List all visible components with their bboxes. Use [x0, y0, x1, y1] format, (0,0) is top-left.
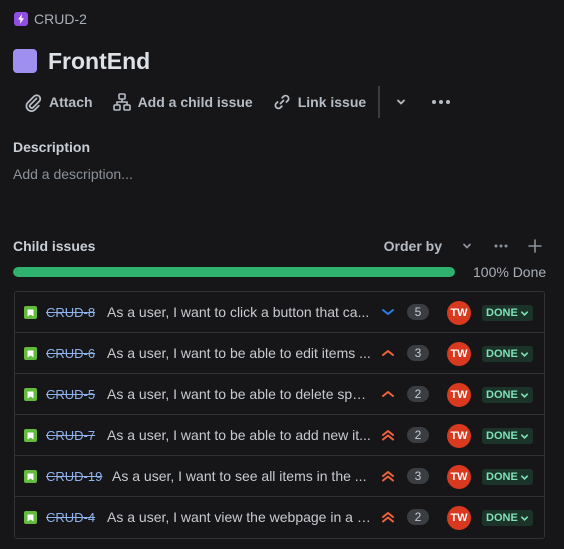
status-badge: DONE: [486, 512, 518, 524]
assignee-avatar[interactable]: TW: [447, 342, 471, 366]
add-child-issue-button[interactable]: Add a child issue: [103, 86, 263, 118]
story-points-badge: 3: [407, 468, 429, 484]
plus-icon: [528, 239, 542, 253]
add-child-button[interactable]: [524, 236, 546, 256]
story-points-badge: 5: [407, 304, 429, 320]
order-by-label[interactable]: Order by: [384, 238, 442, 254]
chevron-down-icon: [520, 433, 528, 439]
progress-text: 100% Done: [473, 264, 547, 280]
attach-label: Attach: [49, 94, 93, 110]
issue-key-link[interactable]: CRUD-8: [46, 305, 95, 320]
more-actions-button[interactable]: [428, 86, 454, 118]
chevron-down-icon: [520, 310, 528, 316]
bookmark-icon: [24, 429, 37, 442]
priority-high-icon: [379, 509, 397, 525]
status-badge: DONE: [486, 307, 518, 319]
progress-bar-fill: [13, 267, 455, 277]
child-issues-actions: Order by: [384, 236, 546, 256]
issue-key-link[interactable]: CRUD-19: [46, 469, 102, 484]
paperclip-icon: [25, 94, 42, 112]
chevron-down-icon: [520, 392, 528, 398]
status-dropdown[interactable]: DONE: [482, 305, 533, 321]
table-row[interactable]: CRUD-8 As a user, I want to click a butt…: [15, 292, 544, 333]
issue-summary[interactable]: As a user, I want to click a button that…: [107, 304, 371, 320]
story-points-badge: 2: [407, 386, 429, 402]
assignee-avatar[interactable]: TW: [447, 301, 471, 325]
issue-key-link[interactable]: CRUD-6: [46, 346, 95, 361]
assignee-avatar[interactable]: TW: [447, 383, 471, 407]
breadcrumb-parent-key[interactable]: CRUD-2: [34, 11, 87, 27]
order-by-dropdown[interactable]: [456, 236, 478, 256]
lightning-bolt-icon: [14, 12, 28, 26]
priority-high-icon: [379, 468, 397, 484]
issue-key-link[interactable]: CRUD-5: [46, 387, 95, 402]
table-row[interactable]: CRUD-19 As a user, I want to see all ite…: [15, 456, 544, 497]
description-field[interactable]: Add a description...: [13, 166, 133, 182]
priority-medium-icon: [379, 386, 397, 402]
chevron-down-icon: [520, 351, 528, 357]
assignee-avatar[interactable]: TW: [447, 506, 471, 530]
child-issues-progress-bar: [13, 267, 455, 277]
bookmark-icon: [24, 511, 37, 524]
chevron-down-icon: [397, 99, 406, 105]
chevron-down-icon: [520, 515, 528, 521]
hierarchy-icon: [112, 93, 131, 111]
page-title[interactable]: FrontEnd: [48, 48, 150, 75]
status-badge: DONE: [486, 471, 518, 483]
issue-summary[interactable]: As a user, I want to be able to edit ite…: [107, 345, 371, 361]
link-icon: [274, 94, 290, 110]
table-row[interactable]: CRUD-5 As a user, I want to be able to d…: [15, 374, 544, 415]
status-dropdown[interactable]: DONE: [482, 346, 533, 362]
status-badge: DONE: [486, 348, 518, 360]
link-issue-label: Link issue: [297, 94, 367, 110]
status-dropdown[interactable]: DONE: [482, 469, 533, 485]
assignee-avatar[interactable]: TW: [447, 424, 471, 448]
child-issues-list: CRUD-8 As a user, I want to click a butt…: [14, 291, 545, 539]
issue-summary[interactable]: As a user, I want view the webpage in a …: [107, 509, 371, 525]
chevron-down-icon: [463, 243, 471, 249]
status-dropdown[interactable]: DONE: [482, 387, 533, 403]
breadcrumb[interactable]: CRUD-2: [14, 11, 87, 27]
status-dropdown[interactable]: DONE: [482, 428, 533, 444]
issue-summary[interactable]: As a user, I want to see all items in th…: [112, 468, 371, 484]
add-child-issue-label: Add a child issue: [137, 94, 253, 110]
table-row[interactable]: CRUD-6 As a user, I want to be able to e…: [15, 333, 544, 374]
issue-key-link[interactable]: CRUD-7: [46, 428, 95, 443]
link-issue-button[interactable]: Link issue: [263, 86, 376, 118]
child-issues-label: Child issues: [13, 238, 96, 254]
status-badge: DONE: [486, 389, 518, 401]
status-badge: DONE: [486, 430, 518, 442]
story-points-badge: 2: [407, 427, 429, 443]
child-issues-more-button[interactable]: [490, 236, 512, 256]
story-points-badge: 3: [407, 345, 429, 361]
more-horizontal-icon: [432, 100, 451, 104]
table-row[interactable]: CRUD-4 As a user, I want view the webpag…: [15, 497, 544, 538]
assignee-avatar[interactable]: TW: [447, 465, 471, 489]
toolbar-dropdown-button[interactable]: [388, 86, 414, 118]
table-row[interactable]: CRUD-7 As a user, I want to be able to a…: [15, 415, 544, 456]
bookmark-icon: [24, 470, 37, 483]
bookmark-icon: [24, 347, 37, 360]
priority-medium-icon: [379, 345, 397, 361]
issue-type-icon[interactable]: [13, 49, 37, 73]
status-dropdown[interactable]: DONE: [482, 510, 533, 526]
bookmark-icon: [24, 388, 37, 401]
issue-summary[interactable]: As a user, I want to be able to delete s…: [107, 386, 371, 402]
priority-low-icon: [379, 304, 397, 320]
description-label: Description: [13, 139, 91, 155]
bookmark-icon: [24, 306, 37, 319]
chevron-down-icon: [520, 474, 528, 480]
story-points-badge: 2: [407, 509, 429, 525]
attach-button[interactable]: Attach: [14, 86, 103, 118]
issue-header: FrontEnd: [13, 46, 150, 76]
issue-toolbar: Attach Add a child issue Link issue: [14, 86, 454, 118]
toolbar-divider: [378, 86, 381, 118]
more-horizontal-icon: [494, 244, 508, 248]
issue-key-link[interactable]: CRUD-4: [46, 510, 95, 525]
issue-summary[interactable]: As a user, I want to be able to add new …: [107, 427, 371, 443]
priority-high-icon: [379, 427, 397, 443]
